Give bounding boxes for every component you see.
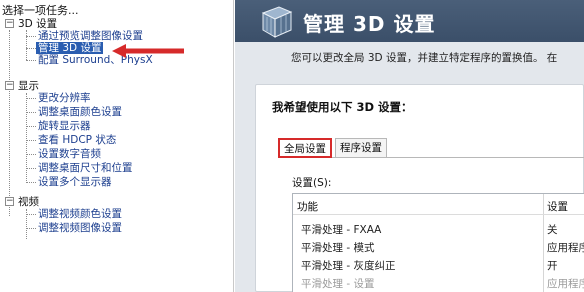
tree-item-video-color[interactable]: 调整视频颜色设置 [38,208,122,220]
section-title: 我希望使用以下 3D 设置： [272,100,413,114]
column-header-feature[interactable]: 功能 [297,199,318,214]
tree-category-display[interactable]: 显示 [18,80,39,92]
tree-item-hdcp-status[interactable]: 查看 HDCP 状态 [38,134,116,146]
tree-item-rotate-display[interactable]: 旋转显示器 [38,120,91,132]
page-title: 管理 3D 设置 [303,12,436,36]
red-arrow-icon [112,44,184,58]
collapse-toggle-icon[interactable]: − [5,19,14,28]
tree-connector [9,30,10,216]
table-row-value[interactable]: 关 [547,222,558,237]
tree-item-change-resolution[interactable]: 更改分辨率 [38,92,91,104]
table-row-feature[interactable]: 平滑处理 - 模式 [301,240,374,255]
page-banner: 管理 3D 设置 [235,0,584,42]
table-row-value[interactable]: 应用程序 [547,276,584,291]
table-row-feature[interactable]: 平滑处理 - 灰度纠正 [301,258,395,273]
table-row-value[interactable]: 开 [547,258,558,273]
settings-table: 功能 设置 平滑处理 - FXAA 关 平滑处理 - 模式 应用程序 平滑处理 … [292,193,584,292]
collapse-toggle-icon[interactable]: − [5,197,14,206]
table-row-value[interactable]: 应用程序 [547,240,584,255]
tree-category-3d[interactable]: 3D 设置 [18,18,57,30]
tree-item-manage-3d-settings[interactable]: 管理 3D 设置 [36,42,104,54]
table-row-feature[interactable]: 平滑处理 - FXAA [301,222,381,237]
tree-connector [26,93,27,183]
column-header-setting[interactable]: 设置 [547,199,568,214]
tree-item-multiple-displays[interactable]: 设置多个显示器 [38,176,112,188]
settings-label: 设置(S): [292,177,332,189]
collapse-toggle-icon[interactable]: − [5,81,14,90]
task-tree-panel: 选择一项任务... − 3D 设置 通过预览调整图像设置 管理 3D 设置 配置… [0,0,234,292]
tab-program-settings[interactable]: 程序设置 [335,138,387,158]
tree-item-preview-image-settings[interactable]: 通过预览调整图像设置 [38,30,143,42]
tree-item-desktop-size-position[interactable]: 调整桌面尺寸和位置 [38,162,133,174]
tree-category-video[interactable]: 视频 [18,196,39,208]
table-row-feature[interactable]: 平滑处理 - 设置 [301,276,374,291]
task-panel-title: 选择一项任务... [2,4,79,17]
tree-item-digital-audio[interactable]: 设置数字音频 [38,148,101,160]
tree-connector [26,30,27,60]
settings-card: 我希望使用以下 3D 设置： 全局设置 程序设置 设置(S): 功能 设置 平滑… [255,84,584,292]
tree-item-desktop-color[interactable]: 调整桌面颜色设置 [38,106,122,118]
tab-global-settings[interactable]: 全局设置 [278,138,332,158]
tree-item-video-image[interactable]: 调整视频图像设置 [38,222,122,234]
3d-cube-icon [261,6,293,38]
manage-3d-settings-page: 管理 3D 设置 您可以更改全局 3D 设置，并建立特定程序的置换值。 在 我希… [235,0,584,292]
page-description: 您可以更改全局 3D 设置，并建立特定程序的置换值。 在 [291,52,558,64]
